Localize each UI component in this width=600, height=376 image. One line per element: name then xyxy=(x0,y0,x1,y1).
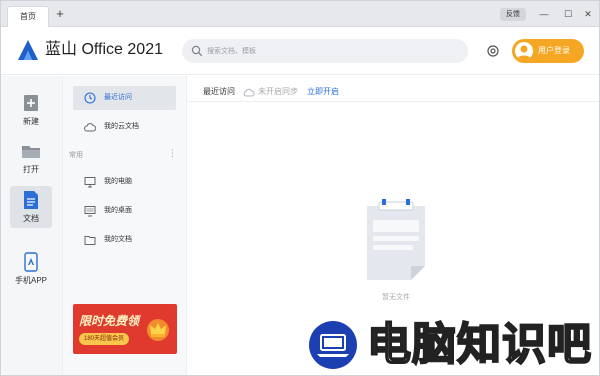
avatar-icon xyxy=(515,42,533,60)
clock-icon xyxy=(84,92,96,104)
section-more-icon[interactable]: ⋮ xyxy=(168,148,177,159)
new-tab-button[interactable]: + xyxy=(53,6,67,22)
promo-banner[interactable]: 限时免费领 180天超值会员 xyxy=(73,304,177,354)
phone-icon xyxy=(24,252,38,272)
rail-label: 打开 xyxy=(23,165,39,174)
empty-folder-illustration xyxy=(367,199,425,280)
close-button[interactable]: ✕ xyxy=(581,7,595,21)
settings-icon[interactable] xyxy=(486,44,500,58)
search-icon xyxy=(191,45,203,57)
computer-icon xyxy=(84,177,96,188)
nav-item-my-documents[interactable]: 我的文档 xyxy=(73,228,176,252)
nav-item-my-desktop[interactable]: 我的桌面 xyxy=(73,199,176,223)
rail-label: 手机APP xyxy=(14,276,47,285)
nav-label: 我的电脑 xyxy=(104,178,132,185)
header: 蓝山 Office 2021 用户登录 xyxy=(1,27,599,75)
watermark-logo-icon xyxy=(309,321,357,369)
app-title: 蓝山 Office 2021 xyxy=(45,41,163,58)
nav-label: 我的桌面 xyxy=(104,207,132,214)
secondary-nav: 最近访问 我的云文档 常用 ⋮ 我的电脑 我的桌面 我的文档 限时免费领 180… xyxy=(63,76,187,375)
rail-item-new[interactable]: 新建 xyxy=(10,89,52,131)
app-window: 首页 + 反馈 — ☐ ✕ 蓝山 Office 2021 搜索文档、模板 用户登… xyxy=(0,0,600,376)
watermark-text: 电脑知识吧 xyxy=(366,318,592,371)
search-bar[interactable] xyxy=(182,39,468,63)
promo-title: 限时免费领 xyxy=(79,314,140,328)
rail-item-docs[interactable]: 文档 xyxy=(10,186,52,228)
rail-item-mobile[interactable]: 手机APP xyxy=(9,248,53,290)
nav-label: 我的文档 xyxy=(104,236,132,243)
minimize-button[interactable]: — xyxy=(537,7,551,21)
rail-label: 新建 xyxy=(23,117,39,126)
cloud-icon xyxy=(84,123,96,132)
title-bar: 首页 + 反馈 — ☐ ✕ xyxy=(1,1,599,27)
tab-home[interactable]: 首页 xyxy=(7,6,49,27)
nav-label: 我的云文档 xyxy=(104,123,139,130)
main-tabs: 最近访问 未开启同步 立即开启 xyxy=(187,76,599,102)
nav-item-my-computer[interactable]: 我的电脑 xyxy=(73,170,176,194)
rail-item-open[interactable]: 打开 xyxy=(10,137,52,179)
folder-doc-icon xyxy=(84,236,96,245)
app-logo-icon xyxy=(18,40,38,60)
nav-label: 最近访问 xyxy=(104,94,132,101)
sync-status: 未开启同步 xyxy=(258,87,298,96)
promo-subtitle: 180天超值会员 xyxy=(79,333,130,345)
new-doc-icon xyxy=(24,95,38,111)
rail-label: 文档 xyxy=(23,214,39,223)
login-label: 用户登录 xyxy=(538,46,570,55)
login-button[interactable]: 用户登录 xyxy=(512,39,584,63)
folder-icon xyxy=(22,146,40,158)
left-rail: 新建 打开 文档 手机APP xyxy=(1,76,63,375)
nav-item-recent[interactable]: 最近访问 xyxy=(73,86,176,110)
feedback-button[interactable]: 反馈 xyxy=(500,8,526,21)
empty-state-text: 暂无文件 xyxy=(382,294,410,301)
crown-icon xyxy=(147,319,169,341)
cloud-sync-icon xyxy=(243,88,255,97)
maximize-button[interactable]: ☐ xyxy=(561,7,575,21)
document-icon xyxy=(24,191,38,209)
section-title-common: 常用 xyxy=(69,152,83,159)
enable-sync-link[interactable]: 立即开启 xyxy=(307,76,339,108)
tab-recent[interactable]: 最近访问 xyxy=(203,76,235,108)
search-input[interactable] xyxy=(207,43,457,59)
desktop-icon xyxy=(84,206,96,217)
nav-item-cloud[interactable]: 我的云文档 xyxy=(73,115,176,139)
